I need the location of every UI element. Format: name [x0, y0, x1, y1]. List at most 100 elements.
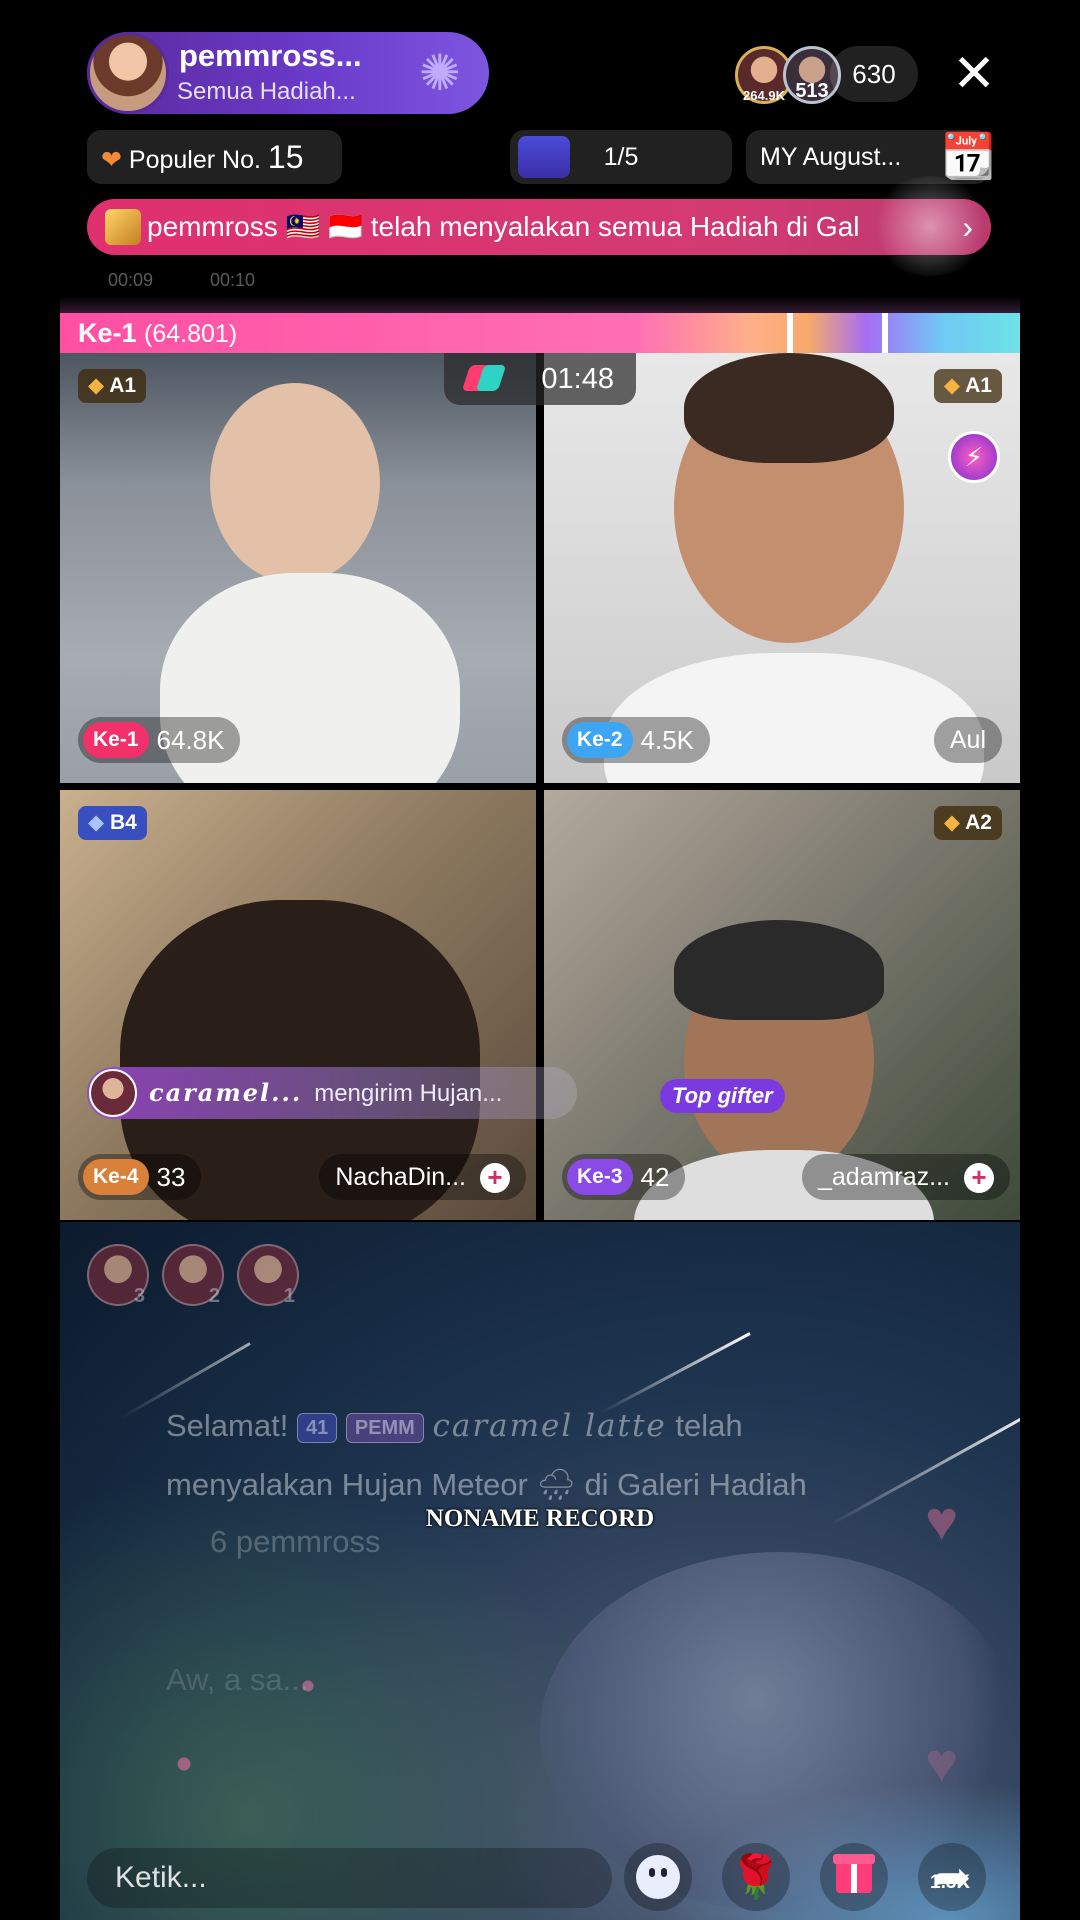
room-page-indicator: 1/5: [603, 143, 639, 171]
gem-icon: [105, 209, 141, 245]
rank-badge: Ke-2: [567, 722, 633, 758]
firework-icon: ✺: [419, 45, 461, 101]
share-count: 1.3K: [930, 1872, 971, 1893]
calendar-icon: 📆: [941, 132, 996, 181]
like-heart-icon: ♥: [925, 1731, 959, 1794]
participant-name: _adamraz...: [817, 1163, 950, 1191]
tile-score-pill: Ke-3 42: [562, 1154, 686, 1200]
tile-score: 4.5K: [640, 725, 695, 755]
emoji-button[interactable]: [624, 1843, 692, 1911]
top-gifter-avatar[interactable]: 2: [162, 1244, 224, 1307]
diamond-icon: ◆: [88, 374, 105, 397]
battle-divider-1: [787, 313, 793, 353]
top-gifter-avatar[interactable]: 1: [237, 1244, 299, 1307]
follow-plus-icon[interactable]: +: [480, 1163, 510, 1194]
host-subtitle: Semua Hadiah...: [177, 78, 356, 105]
gift-message: mengirim Hujan...: [314, 1080, 503, 1107]
battle-leader-rank: Ke-1: [78, 318, 137, 348]
chat-message-line-4: Aw, a sa...: [166, 1662, 309, 1697]
close-icon: ✕: [952, 45, 996, 103]
gift-button[interactable]: [820, 1843, 888, 1911]
participant-name-pill[interactable]: NachaDin... +: [319, 1154, 526, 1200]
chat-prefix: Selamat!: [166, 1408, 289, 1443]
video-tile-3[interactable]: ◆ B4 Ke-4 33 NachaDin... +: [60, 790, 536, 1220]
tier-badge-label: A2: [965, 811, 992, 834]
viewer-count[interactable]: 630: [830, 46, 918, 102]
participant-name: NachaDin...: [335, 1163, 466, 1191]
faint-time-1: 00:09: [108, 270, 154, 290]
battle-timer: 01:48: [444, 353, 636, 405]
chat-suffix: telah: [675, 1408, 743, 1443]
top-gifter-avatar[interactable]: 3: [87, 1244, 149, 1307]
rank-badge: Ke-4: [83, 1159, 149, 1195]
chat-message: Selamat! 41 PEMM caramel latte telah: [166, 1408, 743, 1444]
popular-rank-chip[interactable]: ❤ Populer No. 15: [87, 130, 342, 184]
host-avatar[interactable]: [87, 32, 169, 114]
tier-badge-label: A1: [109, 374, 137, 397]
gift-effect-background: [60, 1222, 1020, 1920]
level-badge: 41: [296, 1412, 338, 1443]
top-gifter-rank: 3: [133, 1285, 145, 1307]
rose-gift-button[interactable]: 🌹: [722, 1843, 790, 1911]
tile-score: 64.8K: [156, 725, 225, 755]
participant-video-1: [210, 383, 380, 583]
comment-input[interactable]: Ketik...: [87, 1848, 612, 1908]
tap-glow: [870, 176, 990, 276]
announcement-banner[interactable]: pemmross 🇲🇾 🇮🇩 telah menyalakan semua Ha…: [87, 199, 991, 255]
host-info-pill[interactable]: pemmross... Semua Hadiah... ✺: [87, 32, 489, 114]
gift-icon: [833, 1854, 875, 1893]
effect-boost-icon[interactable]: ⚡: [948, 431, 1000, 483]
battle-progress-bar: Ke-1 (64.801): [60, 313, 1020, 353]
diamond-icon: ◆: [88, 811, 105, 834]
event-label: MY August...: [760, 143, 902, 171]
video-tile-4[interactable]: ◆ A2 Ke-3 42 _adamraz... +: [544, 790, 1020, 1220]
battle-leader-label: Ke-1 (64.801): [78, 313, 237, 354]
tier-badge: ◆ A1: [933, 369, 1002, 403]
gifter-avatar: [89, 1069, 137, 1117]
tier-badge-label: A1: [965, 374, 992, 397]
popular-rank: 15: [267, 139, 304, 175]
tier-badge: ◆ B4: [78, 806, 147, 840]
tile-score-pill: Ke-2 4.5K: [562, 717, 711, 763]
battle-leader-score: (64.801): [144, 320, 238, 348]
participant-name-pill[interactable]: _adamraz... +: [801, 1154, 1010, 1200]
tier-badge: ◆ A2: [933, 806, 1002, 840]
tile-score-pill: Ke-4 33: [78, 1154, 202, 1200]
room-page-chip[interactable]: 1/5: [510, 130, 732, 184]
watermark: NONAME RECORD: [425, 1505, 655, 1532]
rose-icon: 🌹: [729, 1853, 783, 1900]
tier-badge: ◆ A1: [78, 369, 147, 403]
popular-label: Populer No.: [128, 146, 261, 174]
rank-badge: Ke-3: [567, 1159, 633, 1195]
host-name: pemmross...: [179, 38, 362, 73]
participant-hair-2: [684, 353, 894, 463]
chat-username: caramel latte: [432, 1408, 667, 1444]
top-gifter-rank: 1: [283, 1285, 295, 1307]
banner-text: pemmross 🇲🇾 🇮🇩 telah menyalakan semua Ha…: [147, 211, 860, 242]
gift-notification: caramel... mengirim Hujan...: [87, 1067, 577, 1119]
battle-divider-2: [882, 313, 888, 353]
battle-icon: [461, 365, 507, 393]
fan-club-badge: PEMM: [345, 1412, 424, 1443]
close-button[interactable]: ✕: [950, 42, 998, 106]
follow-plus-icon[interactable]: +: [964, 1163, 994, 1194]
chat-message-line-2: menyalakan Hujan Meteor 🌧 di Galeri Hadi…: [166, 1467, 807, 1502]
battle-timer-text: 01:48: [541, 363, 614, 395]
top-viewer-count-2: 513: [795, 80, 829, 102]
gifter-name: caramel...: [149, 1078, 303, 1107]
event-chip[interactable]: MY August... 📆: [746, 130, 996, 184]
video-tile-2[interactable]: ◆ A1 Ke-2 4.5K Aul: [544, 353, 1020, 783]
top-viewer-count-1: 264.9K: [743, 88, 785, 103]
participant-name[interactable]: Aul: [933, 717, 1002, 763]
tier-badge-label: B4: [110, 811, 137, 834]
top-gifter-rank: 2: [208, 1285, 220, 1307]
video-tile-1[interactable]: ◆ A1 Ke-1 64.8K: [60, 353, 536, 783]
rank-badge: Ke-1: [83, 722, 149, 758]
top-gifter-badge: Top gifter: [660, 1079, 785, 1113]
faint-time-2: 00:10: [210, 270, 256, 290]
heart-icon: ❤: [101, 146, 122, 174]
tile-score: 42: [640, 1162, 670, 1192]
tile-score-pill: Ke-1 64.8K: [78, 717, 241, 763]
diamond-icon: ◆: [943, 374, 961, 397]
diamond-icon: ◆: [943, 811, 961, 834]
